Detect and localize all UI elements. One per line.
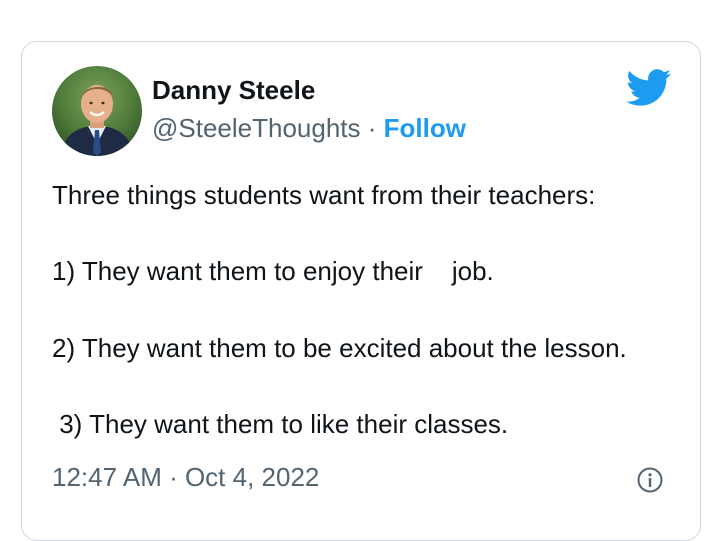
handle-separator: ·	[360, 113, 384, 143]
tweet-text-line-2: 1) They want them to enjoy their job.	[52, 256, 494, 286]
tweet-text-line-4: 3) They want them to like their classes.	[52, 409, 509, 439]
author-handle[interactable]: @SteeleThoughts	[152, 113, 361, 143]
info-icon[interactable]	[636, 466, 664, 494]
tweet-timestamp[interactable]: 12:47 AM · Oct 4, 2022	[52, 462, 319, 493]
author-avatar[interactable]	[52, 66, 142, 156]
author-handle-row: @SteeleThoughts · Follow	[152, 113, 466, 144]
avatar-photo	[52, 66, 142, 156]
twitter-bird-icon[interactable]	[626, 69, 672, 107]
follow-button[interactable]: Follow	[384, 113, 466, 143]
tweet-text-line-1: Three things students want from their te…	[52, 180, 596, 210]
tweet-text-line-3: 2) They want them to be excited about th…	[52, 333, 627, 363]
author-name[interactable]: Danny Steele	[152, 75, 315, 106]
